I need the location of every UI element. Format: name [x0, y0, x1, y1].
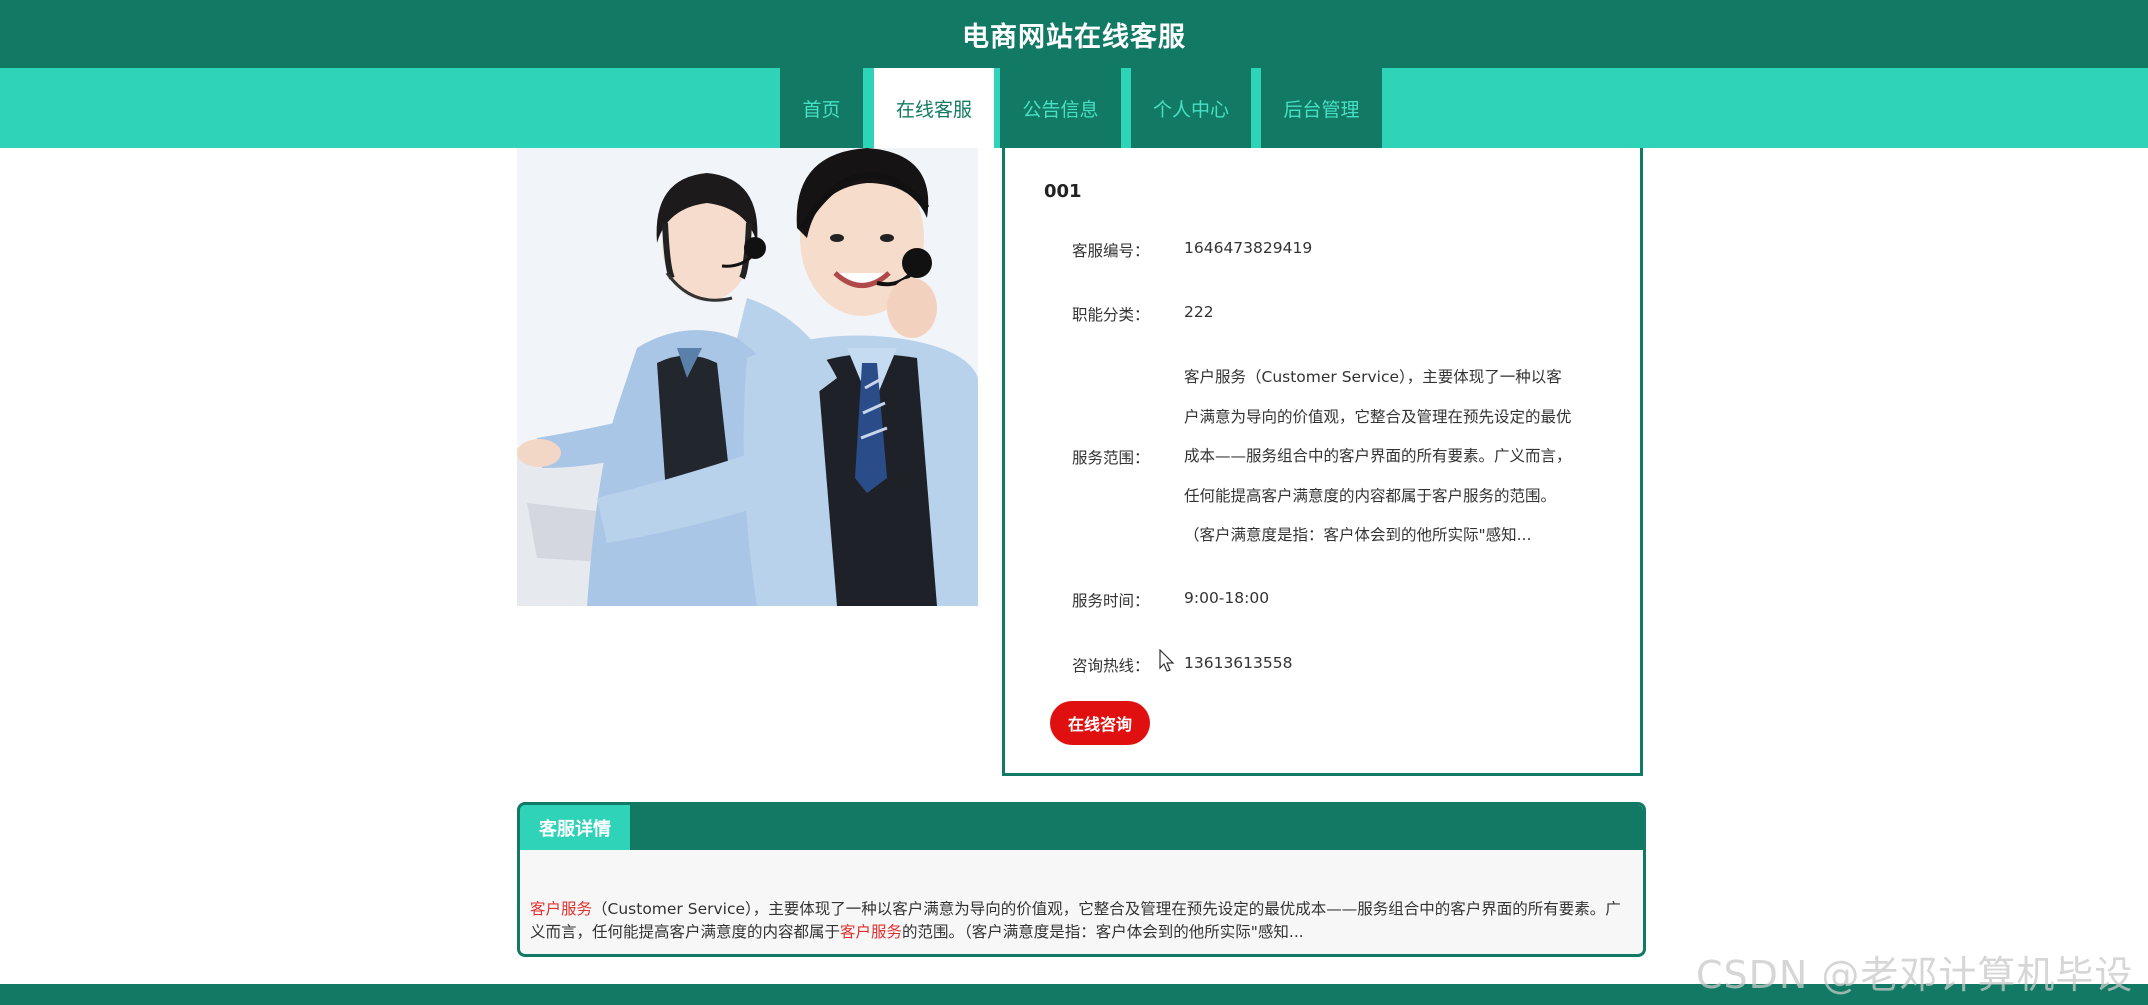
service-time-label: 服务时间：	[1072, 592, 1150, 610]
site-header: 电商网站在线客服	[0, 0, 2148, 68]
detail-header-bar	[520, 805, 1643, 850]
service-staff-photo	[517, 148, 978, 606]
scope-label: 服务范围：	[1072, 449, 1150, 467]
hotline-value: 13613613558	[1184, 654, 1293, 672]
online-consult-button[interactable]: 在线咨询	[1050, 701, 1150, 745]
nav-item-home[interactable]: 首页	[780, 68, 863, 148]
detail-highlight-2: 客户服务	[840, 923, 903, 941]
tab-service-detail[interactable]: 客服详情	[520, 805, 630, 850]
category-label: 职能分类：	[1072, 306, 1150, 324]
nav-item-announcements[interactable]: 公告信息	[1000, 68, 1121, 148]
service-time-value: 9:00-18:00	[1184, 589, 1270, 607]
main-nav: 首页 在线客服 公告信息 个人中心 后台管理	[0, 68, 2148, 148]
scope-value: 客户服务（Customer Service），主要体现了一种以客户满意为导向的价…	[1184, 368, 1572, 544]
csdn-watermark: CSDN @老邓计算机毕设	[1696, 953, 2134, 997]
service-id-label: 客服编号：	[1072, 242, 1150, 260]
category-value: 222	[1184, 303, 1214, 321]
site-title: 电商网站在线客服	[962, 21, 1186, 53]
service-detail-text: 客户服务（Customer Service），主要体现了一种以客户满意为导向的价…	[530, 898, 1635, 944]
nav-item-personal-center[interactable]: 个人中心	[1131, 68, 1251, 148]
service-detail-panel: 客服详情 客户服务（Customer Service），主要体现了一种以客户满意…	[517, 802, 1646, 957]
nav-item-online-service[interactable]: 在线客服	[874, 68, 994, 148]
service-id-value: 1646473829419	[1184, 239, 1313, 257]
mouse-cursor-icon	[1159, 648, 1175, 677]
detail-text-part-2: 的范围。（客户满意度是指：客户体会到的他所实际"感知...	[902, 923, 1304, 941]
service-name: 001	[1044, 181, 1082, 202]
nav-item-admin[interactable]: 后台管理	[1261, 68, 1382, 148]
hotline-label: 咨询热线：	[1072, 657, 1150, 675]
detail-highlight-1: 客户服务	[530, 900, 593, 918]
